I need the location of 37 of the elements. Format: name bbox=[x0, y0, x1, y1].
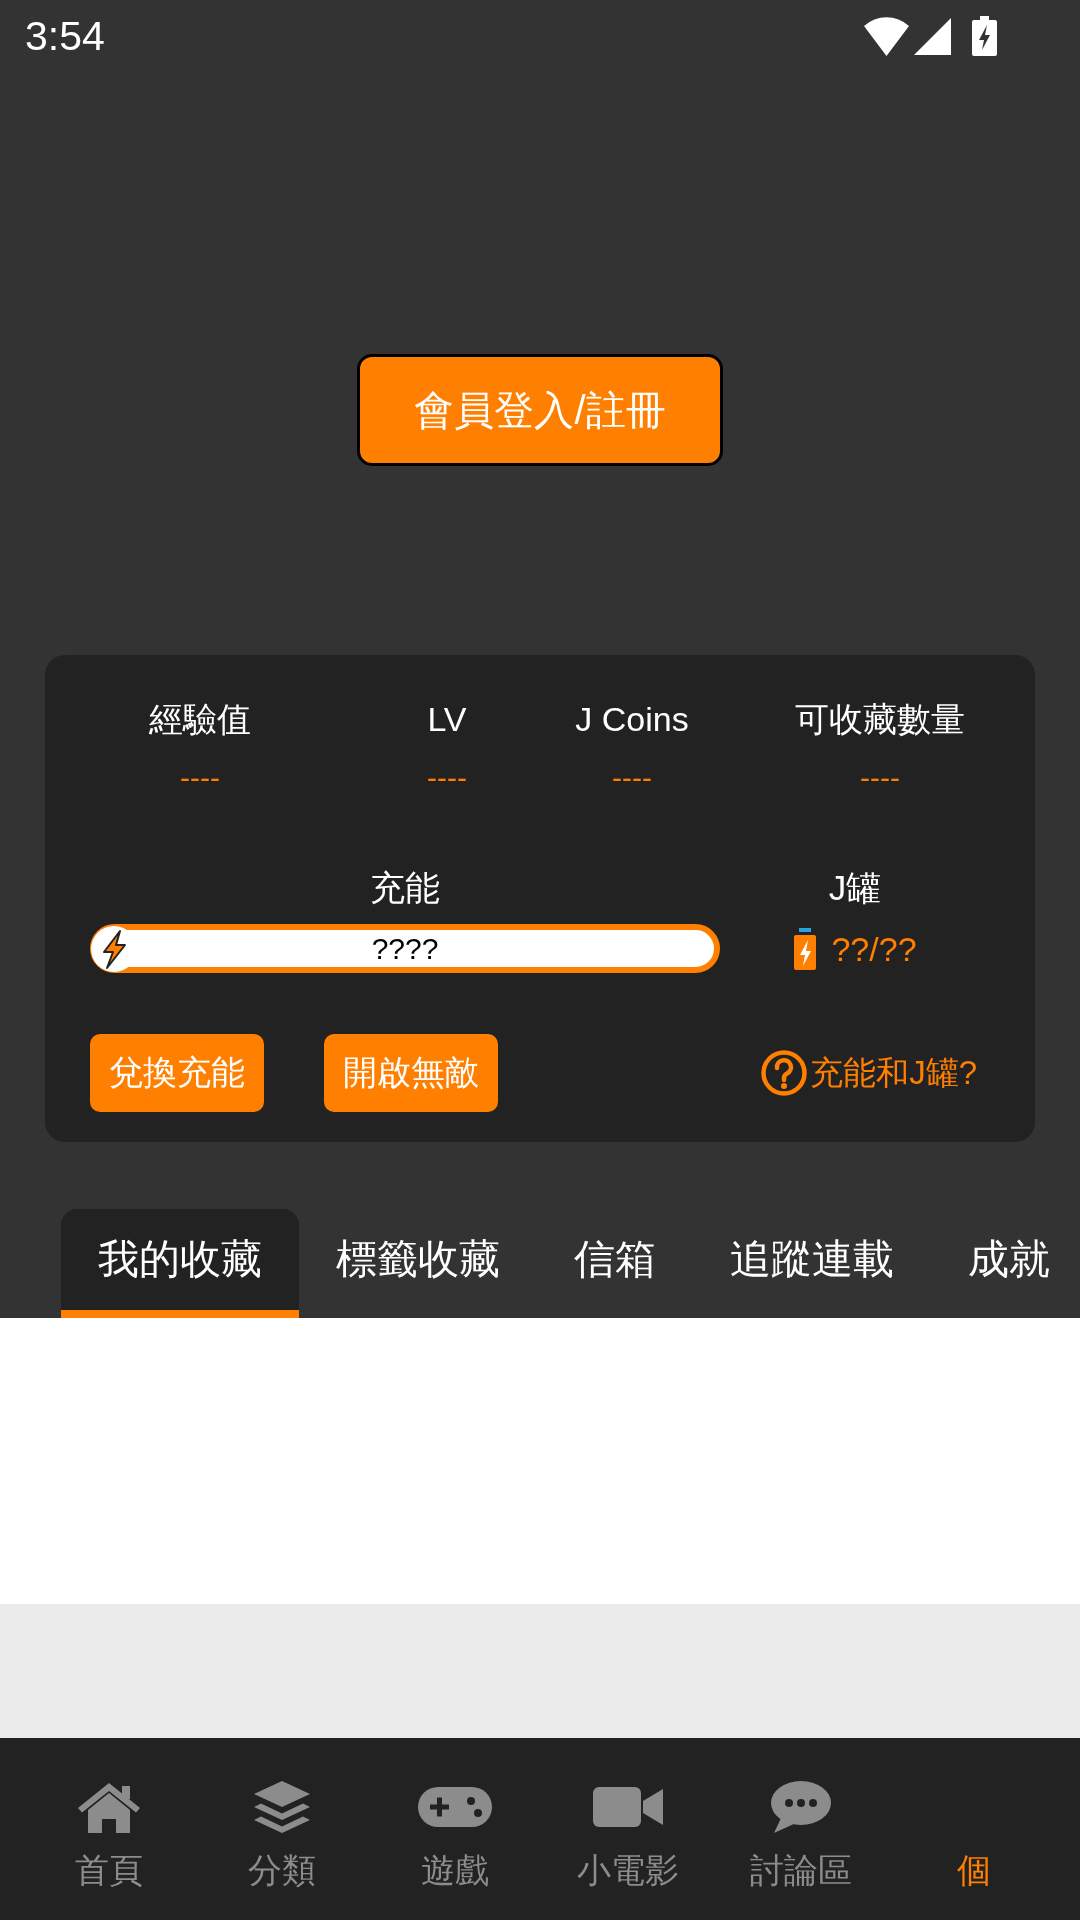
battery-charging-icon bbox=[972, 16, 997, 56]
stat-label: 經驗值 bbox=[149, 699, 251, 739]
tab[interactable]: 成就 bbox=[931, 1209, 1050, 1318]
help-icon bbox=[761, 1050, 808, 1096]
home-icon bbox=[75, 1780, 142, 1834]
charge-label: 充能 bbox=[370, 868, 440, 908]
nav-item[interactable]: 討論區 bbox=[749, 1777, 852, 1890]
stat-value: ---- bbox=[180, 763, 220, 793]
video-camera-icon bbox=[592, 1785, 663, 1829]
tab[interactable]: 我的收藏 bbox=[61, 1209, 299, 1318]
status-time: 3:54 bbox=[25, 12, 105, 60]
wifi-icon bbox=[864, 16, 909, 56]
enable-invincible-button[interactable]: 開啟無敵 bbox=[324, 1034, 498, 1112]
stat-label: 可收藏數量 bbox=[795, 699, 965, 739]
login-register-button[interactable]: 會員登入/註冊 bbox=[357, 354, 723, 466]
nav-item[interactable]: 個 bbox=[956, 1850, 991, 1890]
chat-bubble-icon bbox=[769, 1780, 832, 1834]
charge-reading: ???? bbox=[371, 932, 439, 965]
stat-value: ---- bbox=[612, 763, 652, 793]
stat-label: LV bbox=[427, 699, 467, 739]
tab[interactable]: 追蹤連載 bbox=[693, 1209, 931, 1318]
tab[interactable]: 信箱 bbox=[537, 1209, 693, 1318]
help-link[interactable]: 充能和J罐? bbox=[761, 1050, 977, 1096]
jar-label: J罐 bbox=[828, 868, 882, 908]
nav-item[interactable]: 分類 bbox=[247, 1777, 316, 1890]
battery-icon bbox=[793, 927, 818, 970]
stat-value: ---- bbox=[860, 763, 900, 793]
nav-item[interactable]: 遊戲 bbox=[417, 1777, 492, 1890]
nav-item[interactable]: 首頁 bbox=[74, 1777, 143, 1890]
stat-label: J Coins bbox=[575, 699, 689, 739]
gamepad-icon bbox=[417, 1787, 492, 1827]
tab[interactable]: 標籤收藏 bbox=[299, 1209, 537, 1318]
jar-count: ??/?? bbox=[831, 928, 917, 969]
nav-item[interactable]: 小電影 bbox=[576, 1777, 679, 1890]
stat-value: ---- bbox=[427, 763, 467, 793]
redeem-charge-button[interactable]: 兌換充能 bbox=[90, 1034, 264, 1112]
signal-icon bbox=[914, 17, 951, 55]
